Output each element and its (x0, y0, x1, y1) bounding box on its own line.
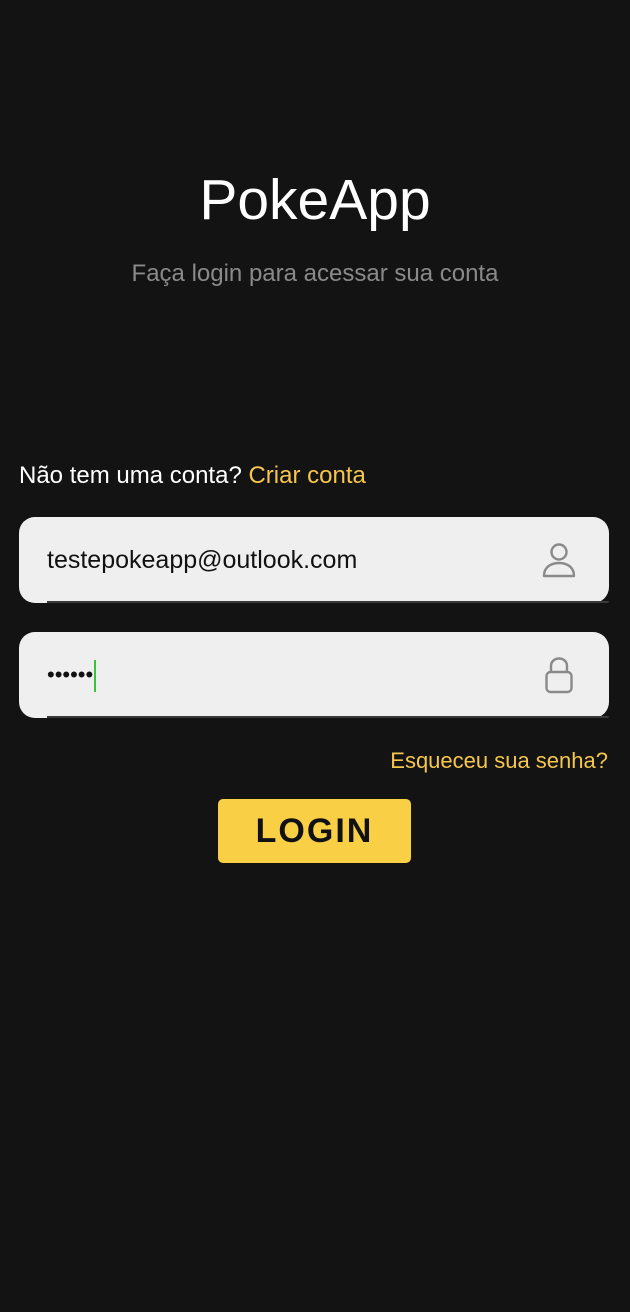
signup-row: Não tem uma conta? Criar conta (19, 460, 366, 492)
page-subtitle: Faça login para acessar sua conta (131, 260, 499, 287)
lock-icon (545, 657, 573, 694)
forgot-password-link[interactable]: Esqueceu sua senha? (390, 746, 608, 776)
password-input-value[interactable]: •••••• (47, 632, 97, 718)
app-title: PokeApp (199, 168, 431, 232)
login-screen: PokeApp Faça login para acessar sua cont… (0, 0, 630, 1312)
password-field[interactable]: •••••• (19, 632, 609, 718)
password-mask: •••••• (47, 662, 94, 687)
create-account-link[interactable]: Criar conta (248, 462, 365, 489)
login-button[interactable]: LOGIN (218, 799, 411, 863)
user-icon (542, 543, 576, 578)
text-caret (94, 660, 97, 693)
signup-prompt: Não tem uma conta? (19, 462, 242, 489)
email-input-value[interactable]: testepokeapp@outlook.com (47, 517, 357, 603)
email-field[interactable]: testepokeapp@outlook.com (19, 517, 609, 603)
